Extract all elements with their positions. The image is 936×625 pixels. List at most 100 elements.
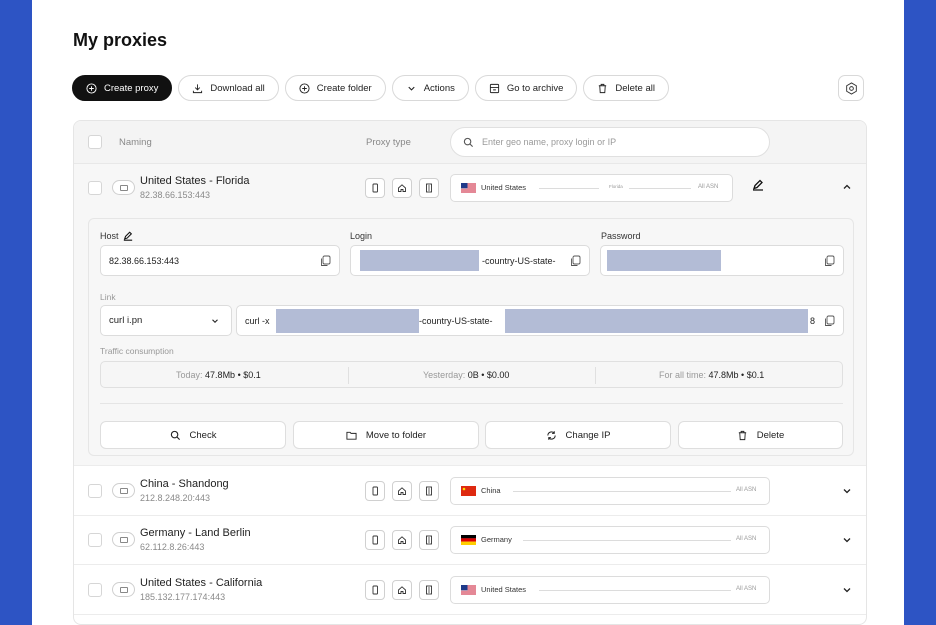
plus-circle-icon (86, 82, 97, 94)
proxy-name: Germany - Land Berlin (140, 527, 251, 539)
datacenter-type-button[interactable] (419, 178, 439, 198)
delete-button[interactable]: Delete (678, 421, 843, 449)
create-proxy-button[interactable]: Create proxy (72, 75, 173, 101)
select-all-checkbox[interactable] (88, 135, 102, 149)
geo-divider (539, 590, 731, 591)
geo-selector[interactable]: China All ASN (450, 477, 770, 505)
search-icon (463, 137, 474, 147)
proxy-address: 212.8.248.20:443 (140, 493, 211, 503)
proxy-address: 62.112.8.26:443 (140, 542, 205, 552)
home-icon (398, 487, 406, 495)
phone-type-button[interactable] (365, 580, 385, 600)
phone-type-button[interactable] (365, 178, 385, 198)
traffic-all-time-value: 47.8Mb • $0.1 (708, 370, 765, 380)
copy-icon[interactable] (824, 255, 835, 267)
cn-flag-icon (461, 486, 476, 496)
geo-selector[interactable]: United States Florida All ASN (450, 174, 733, 202)
row-checkbox[interactable] (88, 583, 102, 597)
traffic-today-value: 47.8Mb • $0.1 (205, 370, 261, 380)
phone-type-button[interactable] (365, 481, 385, 501)
home-type-button[interactable] (392, 178, 412, 198)
datacenter-type-button[interactable] (419, 580, 439, 600)
login-value: -country-US-state- (482, 255, 556, 266)
table-row[interactable]: Germany - Land Berlin 62.112.8.26:443 Ge… (74, 516, 866, 565)
delete-all-label: Delete all (615, 82, 655, 94)
chevron-down-icon[interactable] (841, 485, 853, 497)
actions-label: Actions (423, 82, 455, 94)
chevron-down-icon[interactable] (841, 584, 853, 596)
actions-button[interactable]: Actions (391, 75, 469, 101)
trash-icon (738, 430, 746, 440)
proxy-icon (112, 532, 135, 547)
copy-icon[interactable] (824, 315, 835, 327)
traffic-label: Traffic consumption (100, 346, 174, 356)
login-field[interactable]: -country-US-state- (350, 245, 590, 276)
geo-country: United States (481, 585, 527, 594)
link-label: Link (100, 292, 116, 302)
table-row[interactable]: United States - California 185.132.177.1… (74, 565, 866, 615)
proxy-type-column-header: Proxy type (366, 137, 411, 148)
password-redacted (607, 250, 721, 271)
geo-asn: All ASN (736, 487, 757, 493)
link-field[interactable]: curl -x -country-US-state- 8 (236, 305, 844, 336)
phone-type-button[interactable] (365, 530, 385, 550)
phone-icon (372, 585, 378, 595)
copy-icon[interactable] (570, 255, 581, 267)
copy-icon[interactable] (320, 255, 331, 267)
proxy-icon (112, 582, 135, 597)
go-to-archive-button[interactable]: Go to archive (474, 75, 578, 101)
link-format-select[interactable]: curl i.pn (100, 305, 232, 336)
chevron-up-icon[interactable] (841, 181, 853, 193)
row-checkbox[interactable] (88, 484, 102, 498)
traffic-today-label: Today: (176, 370, 203, 380)
proxy-name: United States - California (140, 577, 263, 589)
building-icon (426, 183, 432, 193)
proxy-address: 185.132.177.174:443 (140, 592, 226, 602)
phone-icon (372, 183, 378, 193)
host-value: 82.38.66.153:443 (109, 255, 180, 266)
home-type-button[interactable] (392, 481, 412, 501)
traffic-divider (595, 367, 596, 384)
datacenter-type-button[interactable] (419, 481, 439, 501)
geo-asn: All ASN (736, 536, 757, 542)
toolbar: Create proxy Download all Create folder … (72, 75, 669, 101)
download-all-button[interactable]: Download all (178, 75, 279, 101)
naming-column-header: Naming (119, 137, 152, 148)
table-row[interactable]: United States - Florida 82.38.66.153:443… (74, 164, 866, 466)
search-icon (170, 430, 180, 440)
us-flag-icon (461, 183, 476, 193)
building-icon (426, 535, 432, 545)
us-flag-icon (461, 585, 476, 595)
chevron-down-icon (408, 86, 415, 91)
create-folder-button[interactable]: Create folder (284, 75, 386, 101)
home-type-button[interactable] (392, 530, 412, 550)
search-input[interactable] (482, 137, 752, 147)
pencil-icon[interactable] (752, 179, 764, 191)
home-type-button[interactable] (392, 580, 412, 600)
delete-label: Delete (756, 429, 785, 441)
geo-selector[interactable]: United States All ASN (450, 576, 770, 604)
geo-divider (513, 491, 731, 492)
datacenter-type-button[interactable] (419, 530, 439, 550)
chevron-down-icon[interactable] (841, 534, 853, 546)
table-row[interactable]: China - Shandong 212.8.248.20:443 China … (74, 466, 866, 516)
geo-selector[interactable]: Germany All ASN (450, 526, 770, 554)
host-field[interactable]: 82.38.66.153:443 (100, 245, 340, 276)
delete-all-button[interactable]: Delete all (583, 75, 669, 101)
check-button[interactable]: Check (100, 421, 286, 449)
password-field[interactable] (600, 245, 844, 276)
trash-icon (599, 83, 607, 93)
traffic-all-time-label: For all time: (659, 370, 707, 380)
traffic-yesterday-value: 0B • $0.00 (467, 370, 510, 380)
move-to-folder-label: Move to folder (365, 429, 427, 441)
change-ip-button[interactable]: Change IP (485, 421, 671, 449)
login-label: Login (350, 231, 373, 241)
pencil-icon[interactable] (123, 231, 133, 241)
row-checkbox[interactable] (88, 181, 102, 195)
move-to-folder-button[interactable]: Move to folder (293, 421, 479, 449)
geo-asn: All ASN (736, 586, 757, 592)
building-icon (426, 486, 432, 496)
settings-button[interactable] (838, 75, 864, 101)
geo-divider (629, 188, 691, 189)
row-checkbox[interactable] (88, 533, 102, 547)
